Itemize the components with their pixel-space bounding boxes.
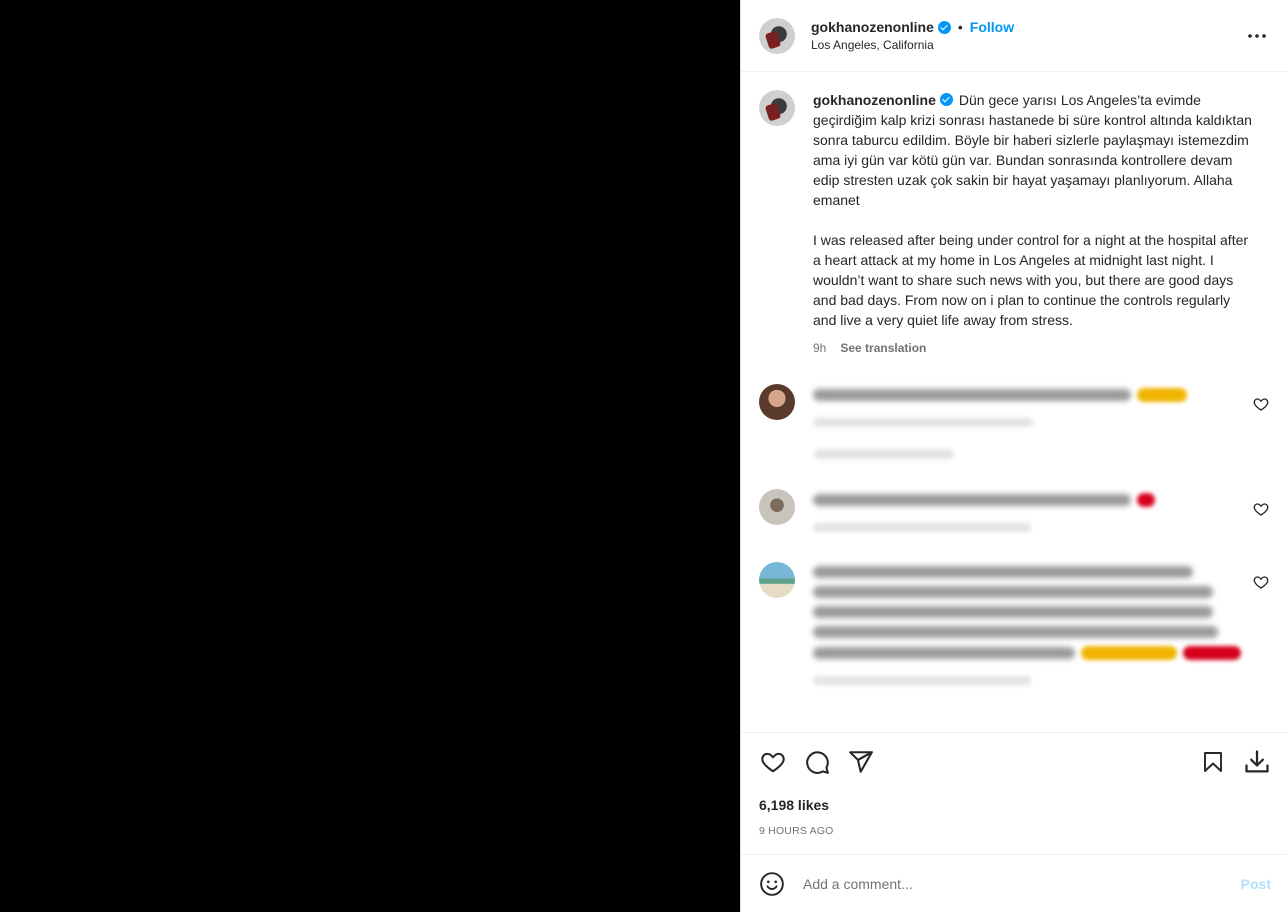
see-translation-button[interactable]: See translation (840, 338, 926, 358)
header-user-row: gokhanozenonline • Follow (811, 19, 1014, 35)
comment-body (813, 562, 1243, 685)
more-options-icon[interactable] (1245, 24, 1269, 48)
blurred-emoji (1137, 388, 1187, 402)
blurred-comment-text (813, 606, 1213, 618)
blurred-emoji (1137, 493, 1155, 507)
comments-section[interactable]: gokhanozenonline Dün gece yarısı Los Ange… (741, 72, 1287, 732)
heart-icon[interactable] (1253, 574, 1269, 590)
action-icons (759, 747, 1271, 777)
blurred-emoji (1183, 646, 1241, 660)
emoji-icon[interactable] (759, 871, 785, 897)
caption-meta: 9h See translation (813, 338, 1253, 358)
verified-badge-icon (939, 93, 953, 106)
comment-body (813, 384, 1243, 427)
download-icon[interactable] (1243, 748, 1271, 776)
comment-icon[interactable] (803, 748, 831, 776)
verified-badge-icon (937, 20, 951, 34)
blurred-comment-meta (813, 418, 1033, 427)
blurred-comment-text (813, 494, 1131, 506)
action-bar: 6,198 likes 9 hours ago (741, 732, 1287, 854)
avatar[interactable] (759, 489, 795, 525)
avatar[interactable] (759, 17, 795, 54)
post-side-panel: gokhanozenonline • Follow Los Angeles, C… (740, 0, 1287, 912)
list-item (759, 489, 1271, 532)
likes-count[interactable]: 6,198 likes (759, 797, 1271, 813)
post-comment-button[interactable]: Post (1241, 876, 1271, 892)
header-text: gokhanozenonline • Follow Los Angeles, C… (811, 19, 1014, 52)
caption-age: 9h (813, 341, 827, 355)
heart-icon[interactable] (1253, 501, 1269, 517)
blurred-comment-meta (813, 676, 1031, 685)
post-username[interactable]: gokhanozenonline (811, 19, 934, 35)
post-media[interactable] (0, 0, 740, 912)
avatar[interactable] (759, 562, 795, 598)
separator-dot: • (957, 19, 963, 35)
follow-button[interactable]: Follow (970, 19, 1014, 35)
comment-input[interactable] (803, 875, 1241, 892)
caption-text: Dün gece yarısı Los Angeles’ta evimde ge… (813, 92, 1252, 328)
caption: gokhanozenonline Dün gece yarısı Los Ange… (759, 90, 1271, 358)
blurred-comment-text (813, 647, 1075, 659)
avatar[interactable] (759, 384, 795, 420)
caption-body: gokhanozenonline Dün gece yarısı Los Ange… (813, 90, 1253, 358)
list-item (759, 384, 1271, 427)
comment-composer: Post (741, 854, 1287, 912)
view-replies-button[interactable] (814, 449, 954, 459)
post-header: gokhanozenonline • Follow Los Angeles, C… (741, 0, 1287, 72)
heart-icon[interactable] (1253, 396, 1269, 412)
caption-username[interactable]: gokhanozenonline (813, 92, 936, 108)
heart-icon[interactable] (759, 748, 787, 776)
blurred-comment-meta (813, 523, 1031, 532)
blurred-comment-text (813, 566, 1193, 578)
caption-avatar[interactable] (759, 90, 795, 126)
post-timestamp[interactable]: 9 hours ago (759, 825, 1271, 837)
instagram-post-view: gokhanozenonline • Follow Los Angeles, C… (0, 0, 1287, 912)
post-location[interactable]: Los Angeles, California (811, 38, 1014, 52)
blurred-comment-text (813, 389, 1131, 401)
blurred-comment-text (813, 586, 1213, 598)
bookmark-icon[interactable] (1199, 748, 1227, 776)
blurred-emoji (1081, 646, 1177, 660)
blurred-comment-text (813, 626, 1218, 638)
list-item (759, 562, 1271, 685)
comment-body (813, 489, 1243, 532)
share-icon[interactable] (847, 748, 875, 776)
caption-text-block: gokhanozenonline Dün gece yarısı Los Ange… (813, 90, 1253, 330)
